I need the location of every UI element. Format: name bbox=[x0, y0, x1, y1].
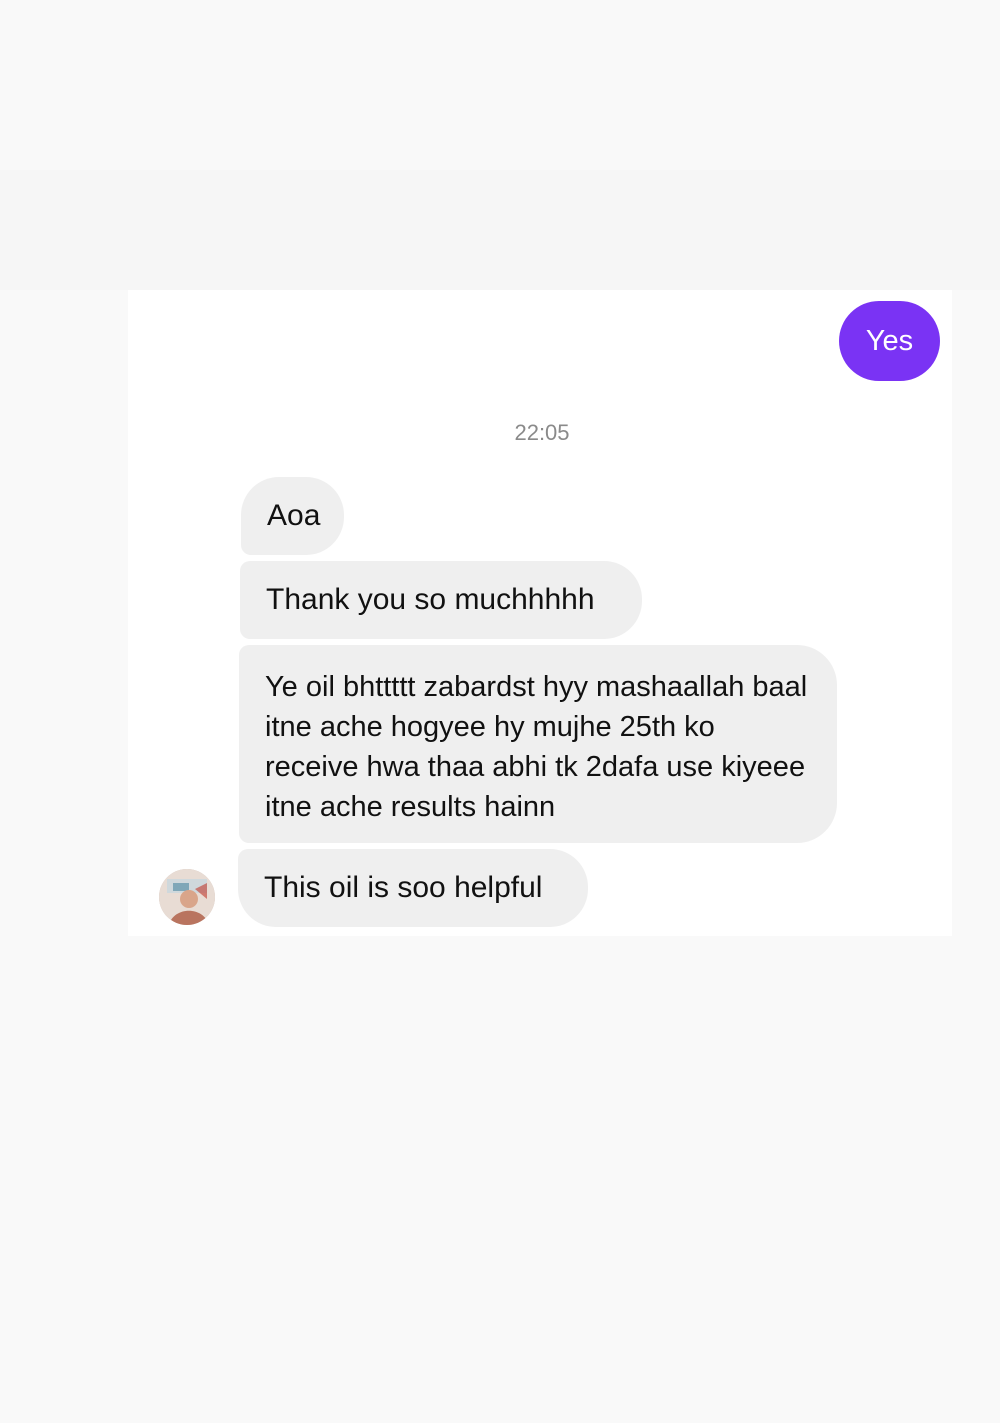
incoming-message-bubble[interactable]: Aoa bbox=[241, 477, 344, 555]
avatar-icon bbox=[159, 869, 215, 925]
incoming-message-text: This oil is soo helpful bbox=[264, 871, 543, 904]
outgoing-message-bubble[interactable]: Yes bbox=[839, 301, 940, 381]
incoming-message-bubble[interactable]: Ye oil bhttttt zabardst hyy mashaallah b… bbox=[239, 645, 837, 843]
incoming-message-text: Thank you so muchhhhh bbox=[266, 583, 595, 616]
incoming-message-bubble[interactable]: This oil is soo helpful bbox=[238, 849, 588, 927]
message-timestamp: 22:05 bbox=[514, 420, 570, 445]
sender-avatar[interactable] bbox=[159, 869, 215, 925]
incoming-message-bubble[interactable]: Thank you so muchhhhh bbox=[240, 561, 642, 639]
incoming-message-text: Ye oil bhttttt zabardst hyy mashaallah b… bbox=[265, 671, 808, 823]
incoming-message-text: Aoa bbox=[267, 499, 321, 532]
outgoing-message-text: Yes bbox=[865, 325, 914, 357]
top-background-band bbox=[0, 170, 1000, 290]
